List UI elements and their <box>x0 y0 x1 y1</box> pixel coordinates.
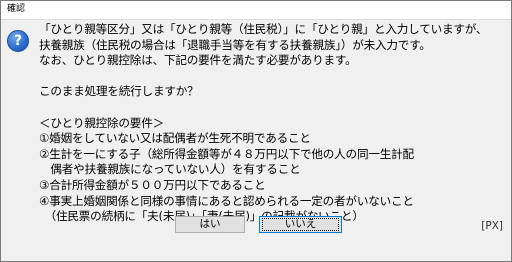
message-line: このまま処理を続行しますか？ <box>39 84 199 99</box>
dialog-code: [PX] <box>481 220 503 232</box>
message-line: 「ひとり親等区分」又は「ひとり親等（住民税）」に「ひとり親」と入力していますが、 <box>39 22 488 36</box>
no-button[interactable]: いいえ <box>259 216 342 233</box>
message-text: 「ひとり親等区分」又は「ひとり親等（住民税）」に「ひとり親」と入力していますが、… <box>39 22 507 225</box>
dialog-body: ? 「ひとり親等区分」又は「ひとり親等（住民税）」に「ひとり親」と入力しています… <box>1 20 511 261</box>
message-line: ④事実上婚姻関係と同様の事情にあると認められる一定の者がいないこと <box>39 193 414 208</box>
message-line <box>39 69 507 85</box>
message-line: なお、ひとり親控除は、下記の要件を満たす必要があります。 <box>39 53 357 68</box>
message-line: 偶者や扶養親族になっていない人）を有すること <box>39 162 301 177</box>
message-line: ＜ひとり親控除の要件＞ <box>39 115 164 130</box>
question-icon: ? <box>7 30 29 52</box>
message-line: ①婚姻をしていない又は配偶者が生死不明であること <box>39 131 311 146</box>
message-line: ②生計を一にする子（総所得金額等が４８万円以下で他の人の同一生計配 <box>39 146 414 161</box>
window-title: 確認 <box>7 4 26 14</box>
message-line: ③合計所得金額が５００万円以下であること <box>39 177 266 192</box>
yes-button[interactable]: はい <box>175 216 245 233</box>
message-line: 扶養親族（住民税の場合は「退職手当等を有する扶養親族」）が未入力です。 <box>39 37 431 52</box>
confirm-dialog: 確認 ? 「ひとり親等区分」又は「ひとり親等（住民税）」に「ひとり親」と入力して… <box>0 0 512 262</box>
message-line <box>39 100 507 116</box>
title-bar: 確認 <box>1 1 511 20</box>
focus-rectangle <box>262 218 339 231</box>
